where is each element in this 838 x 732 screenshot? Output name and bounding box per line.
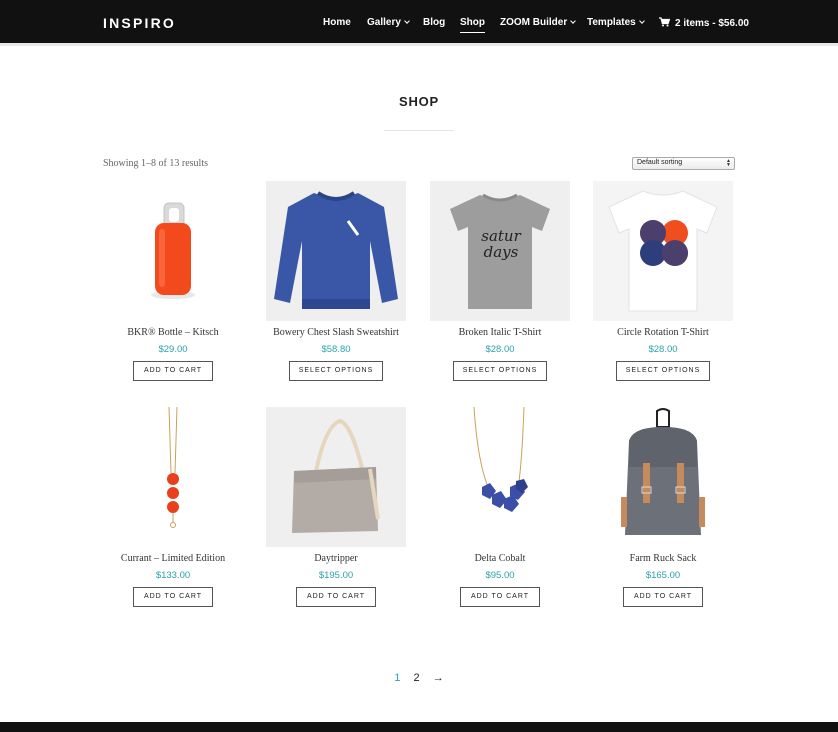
product-card: Bowery Chest Slash Sweatshirt $58.80 SEL… (266, 181, 406, 381)
chevron-down-icon (570, 18, 577, 24)
select-options-button[interactable]: SELECT OPTIONS (453, 361, 547, 381)
tshirt-image: satur days (450, 193, 550, 309)
nav-blog-label: Blog (423, 17, 446, 28)
product-image[interactable] (266, 181, 406, 321)
product-name[interactable]: Bowery Chest Slash Sweatshirt (246, 327, 426, 338)
page-1-link[interactable]: 1 (394, 672, 400, 684)
nav-shop[interactable]: Shop (460, 17, 485, 33)
product-name[interactable]: Broken Italic T-Shirt (410, 327, 590, 338)
tshirt-print-line-2: days (484, 243, 519, 261)
add-to-cart-button[interactable]: ADD TO CART (623, 587, 703, 607)
chevron-down-icon (404, 18, 410, 24)
product-card: Daytripper $195.00 ADD TO CART (266, 407, 406, 607)
page-title: SHOP (398, 94, 440, 109)
product-price: $58.80 (321, 344, 351, 355)
cart-summary: 2 items - $56.00 (675, 18, 749, 29)
nav-zoom-builder-label: ZOOM Builder (500, 17, 568, 28)
product-card: Circle Rotation T-Shirt $28.00 SELECT OP… (593, 181, 733, 381)
product-price: $95.00 (485, 570, 515, 581)
add-to-cart-button[interactable]: ADD TO CART (460, 587, 540, 607)
site-header: INSPIRO Home Gallery Blog Shop ZOOM Buil… (0, 0, 838, 46)
title-divider (384, 130, 454, 131)
nav-templates[interactable]: Templates (587, 17, 645, 28)
product-image[interactable]: satur days (430, 181, 570, 321)
product-price: $133.00 (155, 570, 191, 581)
product-price: $29.00 (158, 344, 188, 355)
product-image[interactable] (593, 181, 733, 321)
product-price: $165.00 (645, 570, 681, 581)
chevron-down-icon (638, 18, 645, 24)
product-name[interactable]: BKR® Bottle – Kitsch (83, 327, 263, 338)
select-options-button[interactable]: SELECT OPTIONS (616, 361, 710, 381)
next-page-arrow-icon[interactable]: → (433, 672, 444, 684)
product-card: Farm Ruck Sack $165.00 ADD TO CART (593, 407, 733, 607)
tshirt-image (608, 190, 718, 312)
cart-link[interactable]: 2 items - $56.00 (659, 17, 749, 29)
bottle-image (151, 202, 195, 299)
select-options-button[interactable]: SELECT OPTIONS (289, 361, 383, 381)
product-image[interactable] (103, 181, 243, 321)
add-to-cart-button[interactable]: ADD TO CART (133, 587, 213, 607)
nav-blog[interactable]: Blog (423, 17, 445, 28)
pagination: 1 2 → (0, 672, 838, 684)
product-image[interactable] (266, 407, 406, 547)
result-count: Showing 1–8 of 13 results (103, 158, 208, 169)
product-image[interactable] (103, 407, 243, 547)
bag-image (292, 418, 380, 533)
product-price: $195.00 (318, 570, 354, 581)
product-card: satur days Broken Italic T-Shirt $28.00 … (430, 181, 570, 381)
add-to-cart-button[interactable]: ADD TO CART (296, 587, 376, 607)
product-name[interactable]: Farm Ruck Sack (573, 553, 753, 564)
product-name[interactable]: Currant – Limited Edition (83, 553, 263, 564)
select-arrows-icon: ▲ ▼ (726, 158, 731, 168)
site-logo[interactable]: INSPIRO (103, 15, 176, 31)
backpack-image (621, 408, 705, 535)
sort-select[interactable]: Default sorting ▲ ▼ (632, 157, 735, 170)
site-footer (0, 722, 838, 732)
sort-select-value: Default sorting (637, 159, 683, 166)
necklace-image (473, 407, 528, 512)
nav-gallery[interactable]: Gallery (367, 17, 410, 28)
add-to-cart-button[interactable]: ADD TO CART (133, 361, 213, 381)
nav-home-label: Home (323, 17, 351, 28)
product-price: $28.00 (648, 344, 678, 355)
product-image[interactable] (430, 407, 570, 547)
product-image[interactable] (593, 407, 733, 547)
nav-templates-label: Templates (587, 17, 636, 28)
necklace-image (167, 407, 179, 528)
nav-shop-label: Shop (460, 17, 485, 28)
product-card: Delta Cobalt $95.00 ADD TO CART (430, 407, 570, 607)
page-2-link[interactable]: 2 (414, 672, 420, 684)
nav-home[interactable]: Home (323, 17, 351, 28)
nav-zoom-builder[interactable]: ZOOM Builder (500, 17, 577, 28)
sweatshirt-image (274, 191, 398, 309)
product-name[interactable]: Delta Cobalt (410, 553, 590, 564)
nav-gallery-label: Gallery (367, 17, 401, 28)
product-card: BKR® Bottle – Kitsch $29.00 ADD TO CART (103, 181, 243, 381)
product-name[interactable]: Daytripper (246, 553, 426, 564)
product-price: $28.00 (485, 344, 515, 355)
shopping-cart-icon (659, 17, 671, 27)
product-card: Currant – Limited Edition $133.00 ADD TO… (103, 407, 243, 607)
product-name[interactable]: Circle Rotation T-Shirt (573, 327, 753, 338)
